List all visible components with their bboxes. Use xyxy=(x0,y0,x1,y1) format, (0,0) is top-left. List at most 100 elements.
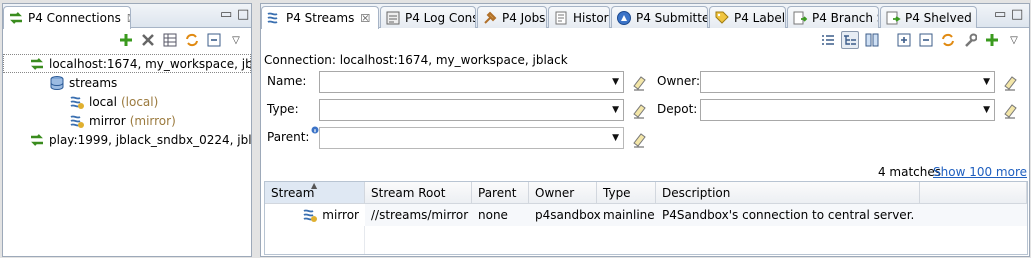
tab-p4-streams[interactable]: P4 Streams ☒ xyxy=(261,6,379,29)
graph-view-button[interactable] xyxy=(863,31,881,49)
tab-history[interactable]: History xyxy=(548,6,610,28)
wrench-icon xyxy=(965,33,977,47)
stream-icon xyxy=(70,115,84,128)
matches-count: 4 matches xyxy=(877,165,941,179)
clear-parent-filter-eraser-icon[interactable] xyxy=(631,131,649,149)
column-label: Description xyxy=(662,185,731,200)
chevron-down-icon: ▼ xyxy=(612,133,619,143)
tree-item-label: local xyxy=(89,94,117,109)
stream-column-area xyxy=(265,226,365,254)
collapse-icon xyxy=(919,33,933,47)
close-icon[interactable]: ☒ xyxy=(127,12,130,25)
list-icon xyxy=(822,35,834,45)
tree-item-localhost[interactable]: localhost:1674, my_workspace, jblack xyxy=(3,54,251,73)
name-filter-value xyxy=(320,75,324,89)
remove-icon xyxy=(142,34,154,46)
new-stream-button[interactable] xyxy=(983,31,1001,49)
properties-button[interactable] xyxy=(161,31,179,49)
connection-icon xyxy=(10,12,22,24)
tab-p4-jobs[interactable]: P4 Jobs xyxy=(477,6,547,28)
refresh-button[interactable] xyxy=(183,31,201,49)
expand-icon xyxy=(897,33,911,47)
depot-filter-label: Depot: xyxy=(657,102,698,116)
connection-icon xyxy=(31,133,43,146)
name-filter-label: Name: xyxy=(267,74,307,88)
minimize-icon[interactable]: ▭ xyxy=(994,7,1006,22)
info-icon xyxy=(311,126,319,134)
parent-filter-label: Parent: xyxy=(267,130,310,144)
flat-list-button[interactable] xyxy=(819,31,837,49)
log-icon xyxy=(386,11,400,24)
tree-item-label: streams xyxy=(69,75,118,90)
maximize-icon[interactable]: □ xyxy=(237,7,249,22)
collapse-all-button[interactable] xyxy=(205,31,223,49)
stream-name: mirror xyxy=(322,208,359,222)
tab-label: P4 Submitte xyxy=(636,10,708,25)
stream-root-cell: //streams/mirror xyxy=(371,208,469,222)
column-header-description[interactable]: Description xyxy=(656,182,920,203)
shelved-icon xyxy=(886,11,901,24)
tab-p4-labels[interactable]: P4 Labels xyxy=(709,6,786,28)
owner-cell: p4sandbox xyxy=(535,208,601,222)
filler-cell xyxy=(920,204,1027,226)
tab-p4-shelved-changelists[interactable]: P4 Shelved C xyxy=(880,6,977,28)
table-row[interactable]: mirror //streams/mirror none p4sandbox m… xyxy=(265,204,1027,226)
tab-p4-connections[interactable]: P4 Connections ☒ xyxy=(3,6,131,29)
tree-view-icon xyxy=(844,35,856,45)
p4-connections-tabbar: P4 Connections ☒ ▭ □ xyxy=(3,4,251,29)
parent-filter-combo[interactable]: ▼ xyxy=(319,127,624,149)
clear-depot-filter-eraser-icon[interactable] xyxy=(1002,102,1020,120)
column-label: Parent xyxy=(478,185,517,200)
column-label: Owner xyxy=(535,185,575,200)
expand-all-button[interactable] xyxy=(895,31,913,49)
column-header-owner[interactable]: Owner xyxy=(529,182,597,203)
tab-p4-log-console[interactable]: P4 Log Cons xyxy=(380,6,476,28)
collapse-all-button[interactable] xyxy=(917,31,935,49)
chevron-down-icon: ▼ xyxy=(983,105,990,115)
p4-connections-panel: P4 Connections ☒ ▭ □ ▽ localhost:1674, m… xyxy=(2,3,252,257)
tab-label: P4 Shelved C xyxy=(905,10,977,25)
view-menu-button[interactable]: ▽ xyxy=(227,31,245,49)
tab-label: P4 Connections xyxy=(28,11,121,25)
owner-filter-label: Owner: xyxy=(657,74,701,88)
streams-toolbar: ▽ xyxy=(261,28,1029,52)
minimize-icon[interactable]: ▭ xyxy=(220,7,232,22)
clear-type-filter-eraser-icon[interactable] xyxy=(631,102,649,120)
depot-filter-combo[interactable]: ▼ xyxy=(700,99,995,121)
tab-p4-branch-specs[interactable]: P4 Branch S xyxy=(787,6,879,28)
column-header-parent[interactable]: Parent xyxy=(472,182,529,203)
close-icon[interactable]: ☒ xyxy=(360,12,370,25)
tree-item-local[interactable]: local (local) xyxy=(3,92,251,111)
column-header-stream-root[interactable]: Stream Root xyxy=(365,182,472,203)
column-label: Type xyxy=(603,185,631,200)
owner-filter-value xyxy=(701,75,705,89)
clear-owner-filter-eraser-icon[interactable] xyxy=(1002,74,1020,92)
tree-view-button[interactable] xyxy=(841,31,859,49)
refresh-button[interactable] xyxy=(939,31,957,49)
tab-p4-submitted[interactable]: P4 Submitte xyxy=(611,6,708,28)
show-more-link[interactable]: Show 100 more xyxy=(933,165,1027,179)
tab-label: P4 Streams xyxy=(286,11,355,25)
refresh-icon xyxy=(186,33,198,47)
add-connection-button[interactable] xyxy=(117,31,135,49)
type-filter-combo[interactable]: ▼ xyxy=(319,99,624,121)
tree-item-streams[interactable]: streams xyxy=(3,73,251,92)
remove-connection-button[interactable] xyxy=(139,31,157,49)
table-icon xyxy=(163,33,177,47)
view-menu-button[interactable]: ▽ xyxy=(1005,31,1023,49)
maximize-icon[interactable]: □ xyxy=(1011,7,1023,22)
refresh-icon xyxy=(942,33,954,47)
plus-icon xyxy=(120,34,132,46)
tree-item-mirror[interactable]: mirror (mirror) xyxy=(3,111,251,130)
settings-button[interactable] xyxy=(961,31,979,49)
table-header: Stream ▲ Stream Root Parent Owner Type D… xyxy=(265,181,1027,204)
parent-cell: none xyxy=(478,208,508,222)
clear-name-filter-eraser-icon[interactable] xyxy=(631,74,649,92)
column-header-type[interactable]: Type xyxy=(597,182,656,203)
chevron-down-icon: ▼ xyxy=(612,105,619,115)
chevron-down-icon: ▼ xyxy=(612,77,619,87)
name-filter-combo[interactable]: ▼ xyxy=(319,71,624,93)
owner-filter-combo[interactable]: ▼ xyxy=(700,71,995,93)
tree-item-play[interactable]: play:1999, jblack_sndbx_0224, jblack xyxy=(3,130,251,149)
column-header-stream[interactable]: Stream ▲ xyxy=(265,181,365,203)
